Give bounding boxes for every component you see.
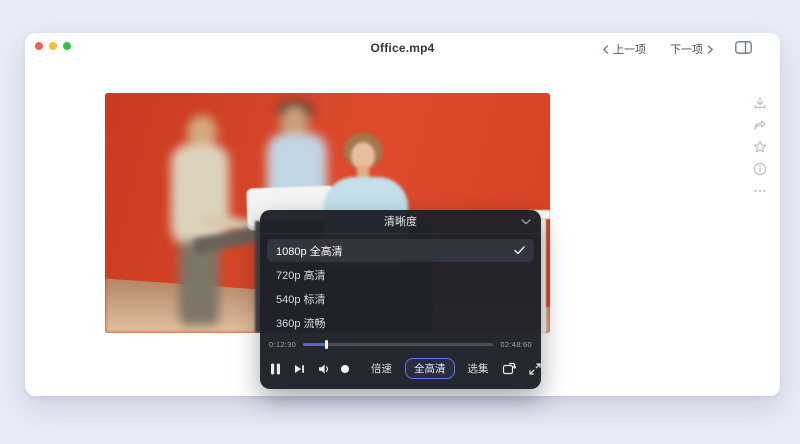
previous-item-label: 上一项	[613, 44, 646, 56]
total-duration: 02:48:60	[500, 339, 532, 349]
app-window: Office.mp4 上一项 下一项 清晰度 1080p 全高清 720p 高清…	[25, 33, 780, 396]
collapse-popup-button[interactable]	[521, 219, 531, 225]
seek-bar-fill	[303, 339, 328, 349]
player-control-panel: 清晰度 1080p 全高清 720p 高清 540p 标清 360p 流畅 0:…	[260, 210, 541, 389]
quality-option-360p[interactable]: 360p 流畅	[267, 311, 534, 334]
volume-thumb[interactable]	[341, 364, 349, 373]
download-button[interactable]	[752, 95, 768, 111]
pause-button[interactable]	[270, 363, 281, 375]
next-episode-button[interactable]	[294, 364, 305, 374]
quality-option-label: 1080p 全高清	[276, 245, 343, 258]
fullscreen-icon	[528, 362, 541, 375]
item-navigation: 上一项 下一项	[602, 41, 714, 57]
download-icon	[754, 96, 766, 109]
more-icon	[754, 189, 766, 193]
check-icon	[514, 246, 525, 255]
pause-icon	[271, 363, 280, 374]
rotate-button[interactable]	[502, 362, 516, 375]
seek-handle[interactable]	[324, 339, 328, 349]
progress-row: 0:12:30 02:48:60	[260, 338, 541, 350]
sidebar-toggle-button[interactable]	[735, 41, 752, 54]
quality-options-list: 1080p 全高清 720p 高清 540p 标清 360p 流畅	[260, 234, 541, 334]
quality-option-label: 540p 标清	[276, 293, 326, 306]
seek-bar[interactable]	[303, 339, 494, 349]
sidebar-toggle-icon	[735, 41, 752, 54]
episodes-button[interactable]: 选集	[468, 361, 489, 376]
next-item-label: 下一项	[670, 44, 703, 56]
volume-button[interactable]	[318, 363, 332, 375]
info-icon	[753, 162, 767, 176]
rotate-screen-icon	[502, 362, 516, 375]
quality-option-1080p[interactable]: 1080p 全高清	[267, 239, 534, 262]
quality-button[interactable]: 全高清	[405, 358, 455, 379]
elapsed-time: 0:12:30	[269, 339, 297, 349]
more-button[interactable]	[752, 183, 768, 199]
title-bar: Office.mp4 上一项 下一项	[25, 33, 780, 59]
quality-option-label: 360p 流畅	[276, 317, 326, 330]
quality-option-label: 720p 高清	[276, 269, 326, 282]
quality-option-540p[interactable]: 540p 标清	[267, 287, 534, 310]
favorite-button[interactable]	[752, 139, 768, 155]
previous-item-button[interactable]: 上一项	[602, 41, 646, 57]
controls-row: 倍速 全高清 选集	[260, 350, 541, 389]
quality-popup-title: 清晰度	[384, 216, 417, 228]
action-rail	[752, 95, 768, 199]
quality-option-720p[interactable]: 720p 高清	[267, 263, 534, 286]
skip-next-icon	[295, 364, 304, 373]
chevron-down-icon	[521, 219, 531, 225]
chevron-left-icon	[602, 44, 609, 54]
star-icon	[753, 140, 767, 153]
share-button[interactable]	[752, 117, 768, 133]
next-item-button[interactable]: 下一项	[670, 41, 714, 57]
volume-icon	[319, 364, 329, 373]
share-icon	[754, 120, 766, 130]
info-button[interactable]	[752, 161, 768, 177]
fullscreen-button[interactable]	[528, 362, 541, 375]
chevron-right-icon	[707, 44, 714, 54]
quality-popup-header: 清晰度	[260, 210, 541, 234]
playback-speed-button[interactable]: 倍速	[371, 361, 392, 376]
